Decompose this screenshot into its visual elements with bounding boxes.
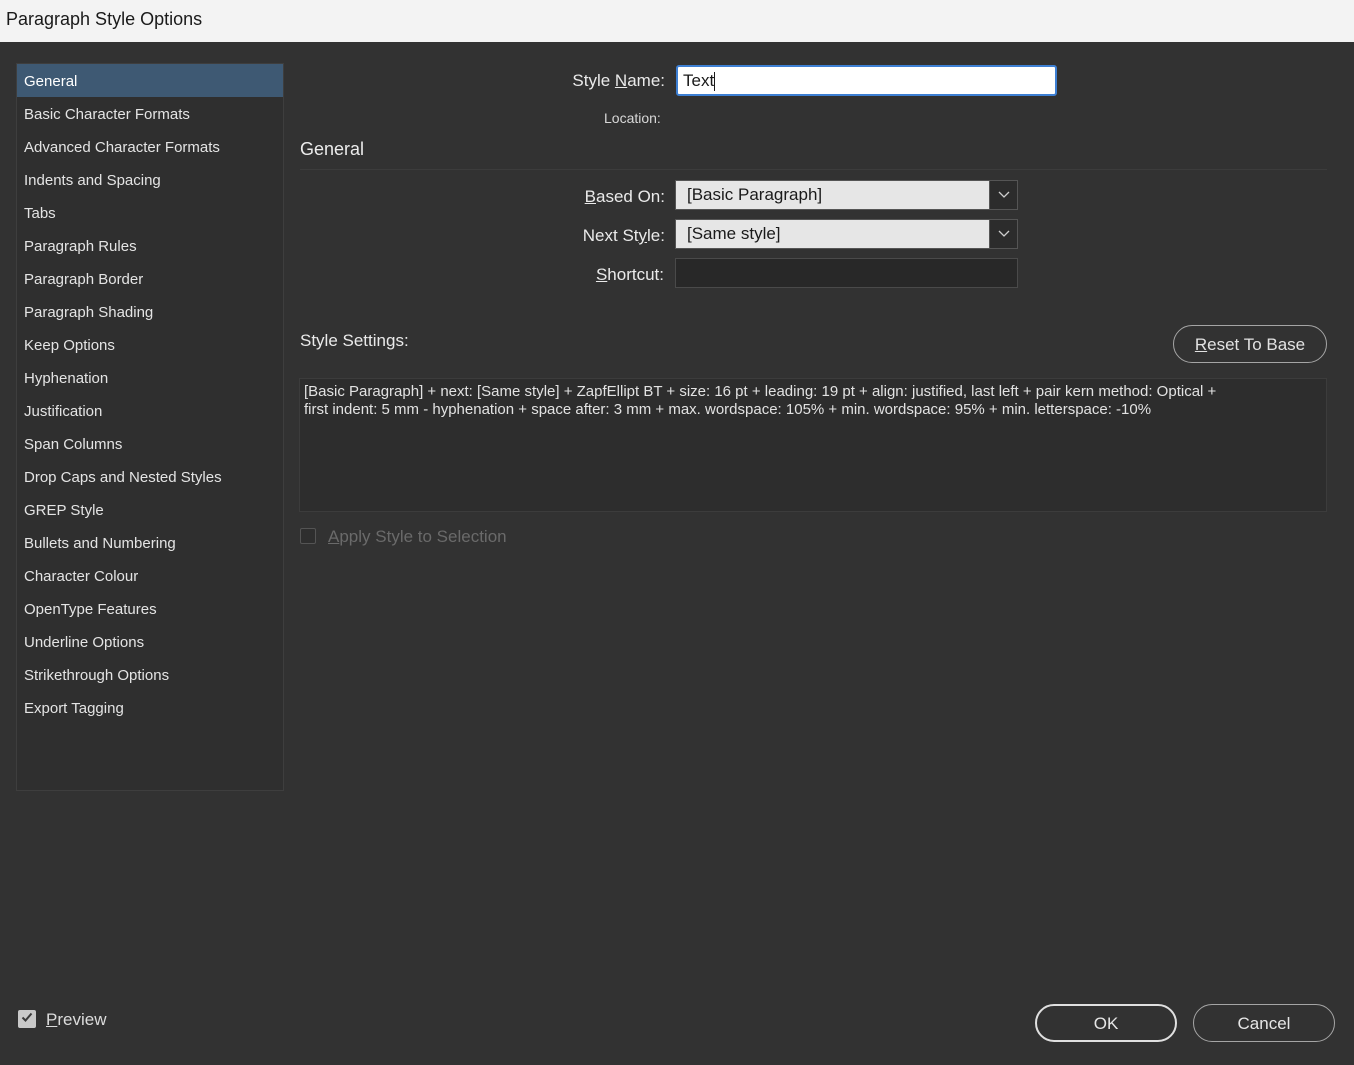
cancel-button[interactable]: Cancel bbox=[1193, 1004, 1335, 1042]
based-on-value: [Basic Paragraph] bbox=[687, 185, 823, 204]
preview-label-text: review bbox=[57, 1010, 107, 1029]
next-style-value: [Same style] bbox=[687, 224, 781, 243]
shortcut-input[interactable] bbox=[675, 258, 1018, 288]
title-bar: Paragraph Style Options bbox=[0, 0, 1354, 42]
sidebar-item-hyphenation[interactable]: Hyphenation bbox=[17, 361, 283, 394]
apply-style-label: Apply Style to Selection bbox=[328, 527, 507, 547]
reset-to-base-button[interactable]: Reset To Base bbox=[1173, 325, 1327, 363]
sidebar-item-span-columns[interactable]: Span Columns bbox=[17, 427, 283, 460]
style-name-label: Style Name: bbox=[540, 71, 665, 91]
based-on-label-text: ased On: bbox=[596, 187, 665, 206]
style-settings-line-1: [Basic Paragraph] + next: [Same style] +… bbox=[304, 383, 1217, 400]
reset-label-text: eset To Base bbox=[1207, 335, 1306, 354]
sidebar-item-paragraph-rules[interactable]: Paragraph Rules bbox=[17, 229, 283, 262]
sidebar-item-underline-options[interactable]: Underline Options bbox=[17, 625, 283, 658]
sidebar-item-basic-character-formats[interactable]: Basic Character Formats bbox=[17, 97, 283, 130]
chevron-down-icon[interactable] bbox=[989, 220, 1017, 248]
sidebar-item-indents-and-spacing[interactable]: Indents and Spacing bbox=[17, 163, 283, 196]
next-style-label: Next Style: bbox=[540, 226, 665, 246]
next-style-label-text: Next St bbox=[582, 226, 639, 245]
sidebar-item-strikethrough-options[interactable]: Strikethrough Options bbox=[17, 658, 283, 691]
shortcut-accesskey: S bbox=[595, 265, 608, 284]
sidebar-item-keep-options[interactable]: Keep Options bbox=[17, 328, 283, 361]
preview-accesskey: P bbox=[46, 1010, 58, 1029]
location-label: Location: bbox=[604, 110, 661, 126]
reset-accesskey: R bbox=[1194, 335, 1208, 354]
apply-style-label-text: pply Style to Selection bbox=[339, 527, 507, 546]
shortcut-label-text: hortcut: bbox=[607, 265, 664, 284]
section-divider bbox=[300, 169, 1327, 170]
sidebar-item-tabs[interactable]: Tabs bbox=[17, 196, 283, 229]
style-name-input[interactable]: Text bbox=[676, 65, 1057, 96]
ok-button[interactable]: OK bbox=[1035, 1004, 1177, 1042]
sidebar-item-paragraph-shading[interactable]: Paragraph Shading bbox=[17, 295, 283, 328]
style-settings-label: Style Settings: bbox=[300, 331, 409, 350]
sidebar-item-drop-caps[interactable]: Drop Caps and Nested Styles bbox=[17, 460, 283, 493]
next-style-accesskey: y bbox=[638, 226, 648, 245]
style-name-value: Text bbox=[683, 71, 715, 90]
sidebar-item-opentype-features[interactable]: OpenType Features bbox=[17, 592, 283, 625]
sidebar-item-advanced-character-formats[interactable]: Advanced Character Formats bbox=[17, 130, 283, 163]
style-name-label-text: Style bbox=[572, 71, 615, 90]
shortcut-label: Shortcut: bbox=[540, 265, 664, 285]
style-name-label-accesskey: N bbox=[614, 71, 628, 90]
based-on-dropdown[interactable]: [Basic Paragraph] bbox=[675, 180, 1018, 210]
chevron-down-icon[interactable] bbox=[989, 181, 1017, 209]
based-on-label: Based On: bbox=[540, 187, 665, 207]
preview-checkbox[interactable] bbox=[18, 1010, 36, 1028]
sidebar-item-character-colour[interactable]: Character Colour bbox=[17, 559, 283, 592]
sidebar-item-export-tagging[interactable]: Export Tagging bbox=[17, 691, 283, 724]
window-title: Paragraph Style Options bbox=[6, 9, 203, 29]
next-style-dropdown[interactable]: [Same style] bbox=[675, 219, 1018, 249]
category-list: General Basic Character Formats Advanced… bbox=[16, 63, 284, 791]
sidebar-item-grep-style[interactable]: GREP Style bbox=[17, 493, 283, 526]
apply-style-accesskey: A bbox=[328, 527, 340, 546]
apply-style-checkbox[interactable] bbox=[300, 528, 316, 544]
sidebar-item-general[interactable]: General bbox=[17, 64, 283, 97]
next-style-label-text-end: le: bbox=[647, 226, 665, 245]
text-caret bbox=[714, 72, 716, 92]
sidebar-item-bullets-and-numbering[interactable]: Bullets and Numbering bbox=[17, 526, 283, 559]
based-on-accesskey: B bbox=[584, 187, 596, 206]
sidebar-item-justification[interactable]: Justification bbox=[17, 394, 283, 427]
style-settings-summary: [Basic Paragraph] + next: [Same style] +… bbox=[299, 378, 1327, 512]
sidebar-item-paragraph-border[interactable]: Paragraph Border bbox=[17, 262, 283, 295]
checkmark-icon bbox=[21, 1012, 33, 1022]
style-settings-line-2: first indent: 5 mm - hyphenation + space… bbox=[304, 401, 1152, 418]
preview-label: Preview bbox=[46, 1010, 106, 1030]
style-name-label-text-end: ame: bbox=[627, 71, 665, 90]
section-title: General bbox=[300, 139, 365, 159]
